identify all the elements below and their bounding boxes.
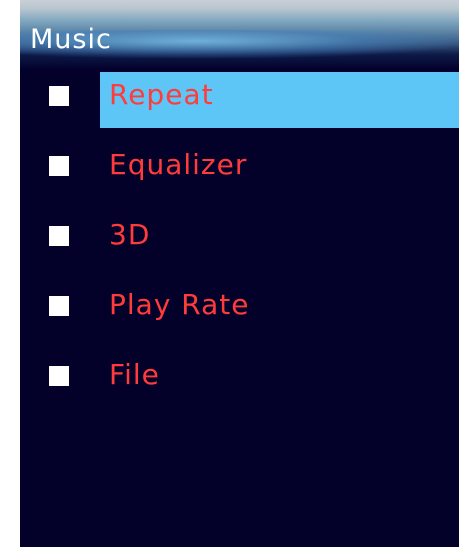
menu-item-file[interactable]: File	[20, 350, 459, 408]
menu-item-equalizer[interactable]: Equalizer	[20, 140, 459, 198]
bullet-icon	[49, 366, 69, 386]
menu-item-label: File	[109, 358, 160, 391]
menu-item-3d[interactable]: 3D	[20, 210, 459, 268]
bullet-icon	[49, 296, 69, 316]
menu-item-play-rate[interactable]: Play Rate	[20, 280, 459, 338]
menu-item-label: Repeat	[109, 78, 214, 111]
page-title: Music	[30, 24, 112, 55]
music-menu-screen: Music Repeat Equalizer 3D Play Rate File	[20, 0, 459, 547]
menu-item-label: Play Rate	[109, 288, 250, 321]
menu-item-repeat[interactable]: Repeat	[20, 70, 459, 128]
bullet-icon	[49, 86, 69, 106]
header-bar: Music	[20, 0, 459, 70]
bullet-icon	[49, 156, 69, 176]
menu-item-label: Equalizer	[109, 148, 248, 181]
bullet-icon	[49, 226, 69, 246]
menu-item-label: 3D	[109, 218, 151, 251]
